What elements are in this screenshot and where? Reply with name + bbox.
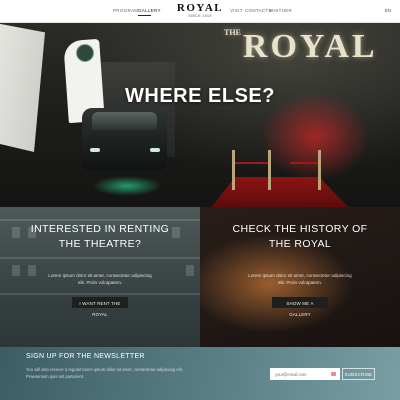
- email-status-icon: [331, 372, 336, 376]
- building-window: [12, 227, 20, 238]
- hero-stanchion-post: [232, 150, 235, 190]
- rent-card: INTERESTED IN RENTING THE THEATRE? Lorem…: [0, 207, 200, 347]
- nav-item-visit[interactable]: VISIT: [230, 8, 243, 13]
- rent-card-text: Lorem ipsum dolor sit amet, consectetur …: [48, 273, 152, 285]
- history-card-text: Lorem ipsum dolor sit amet, consectetur …: [248, 273, 352, 285]
- building-cornice: [0, 293, 200, 295]
- newsletter-text: You will also receive a regular lorem ip…: [26, 367, 183, 379]
- logo-subtitle: SINCE 1919: [188, 14, 212, 18]
- hero-car-windshield: [92, 112, 157, 130]
- hero-section: THEROYAL WHERE ELSE?: [0, 22, 400, 207]
- nav-item-program[interactable]: PROGRAM: [113, 8, 138, 13]
- hero-sign-the: THE: [224, 28, 241, 37]
- hero-theatre-sign: THEROYAL: [224, 28, 378, 66]
- history-card: CHECK THE HISTORY OF THE ROYAL Lorem ips…: [200, 207, 400, 347]
- building-cornice: [0, 257, 200, 259]
- rent-card-title: INTERESTED IN RENTING THE THEATRE?: [30, 223, 170, 250]
- newsletter-email-input[interactable]: [270, 368, 340, 380]
- building-window: [186, 265, 194, 276]
- newsletter-title: SIGN UP FOR THE NEWSLETTER: [26, 353, 145, 360]
- site-logo[interactable]: ROYAL SINCE 1919: [176, 3, 224, 19]
- hero-car-glow: [92, 176, 162, 196]
- rent-theatre-button[interactable]: I WANT RENT THE ROYAL: [72, 297, 128, 317]
- hero-rope: [235, 162, 268, 164]
- language-switcher[interactable]: EN: [385, 8, 391, 13]
- hero-rope: [290, 162, 318, 164]
- newsletter-section: SIGN UP FOR THE NEWSLETTER You will also…: [0, 347, 400, 400]
- hero-sign-royal: ROYAL: [242, 28, 378, 65]
- subscribe-button[interactable]: SUBSCRIBE: [342, 368, 375, 380]
- history-card-title: CHECK THE HISTORY OF THE ROYAL: [232, 223, 368, 250]
- nav-item-contacts[interactable]: CONTACTS: [245, 8, 272, 13]
- hero-car-headlight: [90, 148, 100, 152]
- hero-title: WHERE ELSE?: [125, 85, 275, 107]
- site-header: PROGRAM GALLERY ROYAL SINCE 1919 VISIT C…: [0, 0, 400, 23]
- building-window: [12, 265, 20, 276]
- hero-stanchion-post: [268, 150, 271, 190]
- building-cornice: [0, 219, 200, 221]
- nav-item-gallery[interactable]: GALLERY: [138, 8, 161, 13]
- show-gallery-button[interactable]: SHOW ME A GALLERY: [272, 297, 328, 317]
- nav-item-whither[interactable]: WHITHER: [269, 8, 292, 13]
- nav-active-indicator: [138, 15, 151, 16]
- hero-stanchion-post: [318, 150, 321, 190]
- hero-car-headlight: [150, 148, 160, 152]
- logo-wordmark: ROYAL: [176, 2, 224, 14]
- building-window: [28, 265, 36, 276]
